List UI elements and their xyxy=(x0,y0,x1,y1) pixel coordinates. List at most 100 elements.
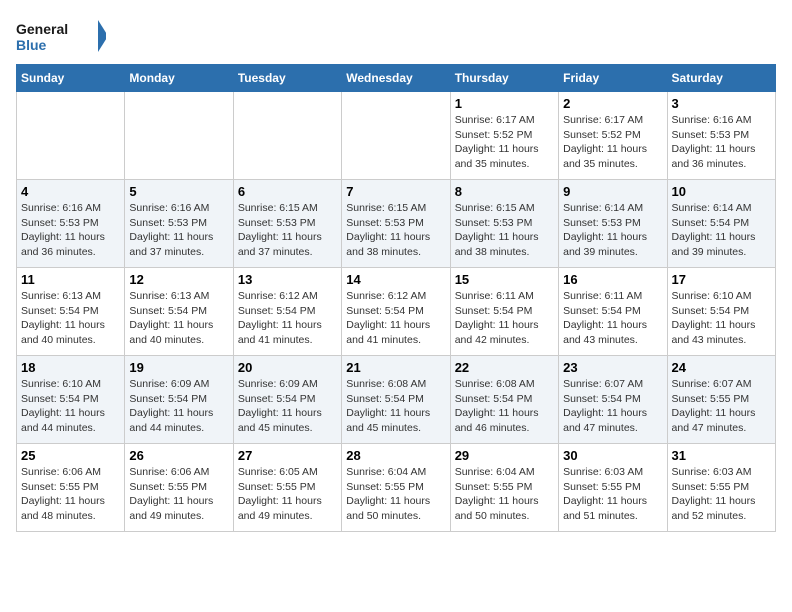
calendar-cell: 9 Sunrise: 6:14 AMSunset: 5:53 PMDaylight… xyxy=(559,180,667,268)
weekday-header: Wednesday xyxy=(342,65,450,92)
day-info: Sunrise: 6:15 AMSunset: 5:53 PMDaylight:… xyxy=(238,201,337,260)
day-info: Sunrise: 6:05 AMSunset: 5:55 PMDaylight:… xyxy=(238,465,337,524)
calendar-cell xyxy=(342,92,450,180)
day-number: 12 xyxy=(129,272,228,287)
page-header: General Blue xyxy=(16,16,776,56)
calendar-cell: 25 Sunrise: 6:06 AMSunset: 5:55 PMDayligh… xyxy=(17,444,125,532)
weekday-header: Sunday xyxy=(17,65,125,92)
day-number: 17 xyxy=(672,272,771,287)
day-info: Sunrise: 6:10 AMSunset: 5:54 PMDaylight:… xyxy=(21,377,120,436)
day-number: 2 xyxy=(563,96,662,111)
calendar-cell: 20Sunrise: 6:09 AMSunset: 5:54 PMDayligh… xyxy=(233,356,341,444)
calendar-table: SundayMondayTuesdayWednesdayThursdayFrid… xyxy=(16,64,776,532)
day-number: 27 xyxy=(238,448,337,463)
day-info: Sunrise: 6:13 AMSunset: 5:54 PMDaylight:… xyxy=(21,289,120,348)
calendar-cell: 12 Sunrise: 6:13 AMSunset: 5:54 PMDayligh… xyxy=(125,268,233,356)
day-number: 30 xyxy=(563,448,662,463)
day-number: 6 xyxy=(238,184,337,199)
calendar-cell: 15Sunrise: 6:11 AMSunset: 5:54 PMDayligh… xyxy=(450,268,558,356)
calendar-body: 1Sunrise: 6:17 AMSunset: 5:52 PMDaylight… xyxy=(17,92,776,532)
day-info: Sunrise: 6:15 AMSunset: 5:53 PMDaylight:… xyxy=(455,201,554,260)
calendar-cell: 28Sunrise: 6:04 AMSunset: 5:55 PMDayligh… xyxy=(342,444,450,532)
day-number: 21 xyxy=(346,360,445,375)
calendar-cell: 27 Sunrise: 6:05 AMSunset: 5:55 PMDayligh… xyxy=(233,444,341,532)
calendar-cell: 22 Sunrise: 6:08 AMSunset: 5:54 PMDayligh… xyxy=(450,356,558,444)
weekday-header: Tuesday xyxy=(233,65,341,92)
calendar-cell xyxy=(125,92,233,180)
day-number: 15 xyxy=(455,272,554,287)
day-info: Sunrise: 6:13 AMSunset: 5:54 PMDaylight:… xyxy=(129,289,228,348)
day-info: Sunrise: 6:10 AMSunset: 5:54 PMDaylight:… xyxy=(672,289,771,348)
day-info: Sunrise: 6:16 AMSunset: 5:53 PMDaylight:… xyxy=(21,201,120,260)
weekday-row: SundayMondayTuesdayWednesdayThursdayFrid… xyxy=(17,65,776,92)
day-number: 22 xyxy=(455,360,554,375)
day-number: 25 xyxy=(21,448,120,463)
calendar-cell: 5 Sunrise: 6:16 AMSunset: 5:53 PMDaylight… xyxy=(125,180,233,268)
day-info: Sunrise: 6:12 AMSunset: 5:54 PMDaylight:… xyxy=(346,289,445,348)
calendar-cell: 18 Sunrise: 6:10 AMSunset: 5:54 PMDayligh… xyxy=(17,356,125,444)
calendar-cell: 16 Sunrise: 6:11 AMSunset: 5:54 PMDayligh… xyxy=(559,268,667,356)
day-number: 13 xyxy=(238,272,337,287)
day-number: 28 xyxy=(346,448,445,463)
weekday-header: Monday xyxy=(125,65,233,92)
calendar-cell: 8 Sunrise: 6:15 AMSunset: 5:53 PMDaylight… xyxy=(450,180,558,268)
calendar-week-row: 18 Sunrise: 6:10 AMSunset: 5:54 PMDayligh… xyxy=(17,356,776,444)
day-info: Sunrise: 6:11 AMSunset: 5:54 PMDaylight:… xyxy=(563,289,662,348)
calendar-cell: 2 Sunrise: 6:17 AMSunset: 5:52 PMDaylight… xyxy=(559,92,667,180)
day-number: 11 xyxy=(21,272,120,287)
weekday-header: Friday xyxy=(559,65,667,92)
day-info: Sunrise: 6:14 AMSunset: 5:53 PMDaylight:… xyxy=(563,201,662,260)
day-info: Sunrise: 6:06 AMSunset: 5:55 PMDaylight:… xyxy=(129,465,228,524)
calendar-cell: 1Sunrise: 6:17 AMSunset: 5:52 PMDaylight… xyxy=(450,92,558,180)
calendar-cell: 29 Sunrise: 6:04 AMSunset: 5:55 PMDayligh… xyxy=(450,444,558,532)
day-number: 26 xyxy=(129,448,228,463)
day-info: Sunrise: 6:08 AMSunset: 5:54 PMDaylight:… xyxy=(455,377,554,436)
weekday-header: Thursday xyxy=(450,65,558,92)
calendar-cell: 6 Sunrise: 6:15 AMSunset: 5:53 PMDaylight… xyxy=(233,180,341,268)
calendar-cell: 23Sunrise: 6:07 AMSunset: 5:54 PMDayligh… xyxy=(559,356,667,444)
day-info: Sunrise: 6:09 AMSunset: 5:54 PMDaylight:… xyxy=(129,377,228,436)
calendar-header: SundayMondayTuesdayWednesdayThursdayFrid… xyxy=(17,65,776,92)
calendar-cell: 31 Sunrise: 6:03 AMSunset: 5:55 PMDayligh… xyxy=(667,444,775,532)
day-info: Sunrise: 6:15 AMSunset: 5:53 PMDaylight:… xyxy=(346,201,445,260)
calendar-cell: 13Sunrise: 6:12 AMSunset: 5:54 PMDayligh… xyxy=(233,268,341,356)
calendar-week-row: 11 Sunrise: 6:13 AMSunset: 5:54 PMDayligh… xyxy=(17,268,776,356)
day-number: 10 xyxy=(672,184,771,199)
day-number: 16 xyxy=(563,272,662,287)
calendar-cell: 26 Sunrise: 6:06 AMSunset: 5:55 PMDayligh… xyxy=(125,444,233,532)
day-number: 9 xyxy=(563,184,662,199)
calendar-cell: 11 Sunrise: 6:13 AMSunset: 5:54 PMDayligh… xyxy=(17,268,125,356)
day-number: 8 xyxy=(455,184,554,199)
calendar-cell xyxy=(17,92,125,180)
day-number: 7 xyxy=(346,184,445,199)
day-info: Sunrise: 6:16 AMSunset: 5:53 PMDaylight:… xyxy=(129,201,228,260)
calendar-cell: 19 Sunrise: 6:09 AMSunset: 5:54 PMDayligh… xyxy=(125,356,233,444)
calendar-week-row: 4 Sunrise: 6:16 AMSunset: 5:53 PMDaylight… xyxy=(17,180,776,268)
calendar-cell: 17 Sunrise: 6:10 AMSunset: 5:54 PMDayligh… xyxy=(667,268,775,356)
day-number: 5 xyxy=(129,184,228,199)
day-info: Sunrise: 6:17 AMSunset: 5:52 PMDaylight:… xyxy=(563,113,662,172)
day-number: 24 xyxy=(672,360,771,375)
calendar-cell: 7 Sunrise: 6:15 AMSunset: 5:53 PMDaylight… xyxy=(342,180,450,268)
calendar-week-row: 25 Sunrise: 6:06 AMSunset: 5:55 PMDayligh… xyxy=(17,444,776,532)
day-number: 19 xyxy=(129,360,228,375)
day-info: Sunrise: 6:08 AMSunset: 5:54 PMDaylight:… xyxy=(346,377,445,436)
day-info: Sunrise: 6:04 AMSunset: 5:55 PMDaylight:… xyxy=(455,465,554,524)
day-number: 4 xyxy=(21,184,120,199)
day-number: 3 xyxy=(672,96,771,111)
day-info: Sunrise: 6:14 AMSunset: 5:54 PMDaylight:… xyxy=(672,201,771,260)
day-number: 29 xyxy=(455,448,554,463)
calendar-cell: 10 Sunrise: 6:14 AMSunset: 5:54 PMDayligh… xyxy=(667,180,775,268)
svg-text:General: General xyxy=(16,21,68,37)
calendar-cell: 4 Sunrise: 6:16 AMSunset: 5:53 PMDaylight… xyxy=(17,180,125,268)
day-info: Sunrise: 6:03 AMSunset: 5:55 PMDaylight:… xyxy=(672,465,771,524)
day-number: 31 xyxy=(672,448,771,463)
day-info: Sunrise: 6:16 AMSunset: 5:53 PMDaylight:… xyxy=(672,113,771,172)
calendar-cell: 21 Sunrise: 6:08 AMSunset: 5:54 PMDayligh… xyxy=(342,356,450,444)
weekday-header: Saturday xyxy=(667,65,775,92)
day-info: Sunrise: 6:06 AMSunset: 5:55 PMDaylight:… xyxy=(21,465,120,524)
day-number: 23 xyxy=(563,360,662,375)
calendar-week-row: 1Sunrise: 6:17 AMSunset: 5:52 PMDaylight… xyxy=(17,92,776,180)
day-number: 20 xyxy=(238,360,337,375)
day-number: 18 xyxy=(21,360,120,375)
